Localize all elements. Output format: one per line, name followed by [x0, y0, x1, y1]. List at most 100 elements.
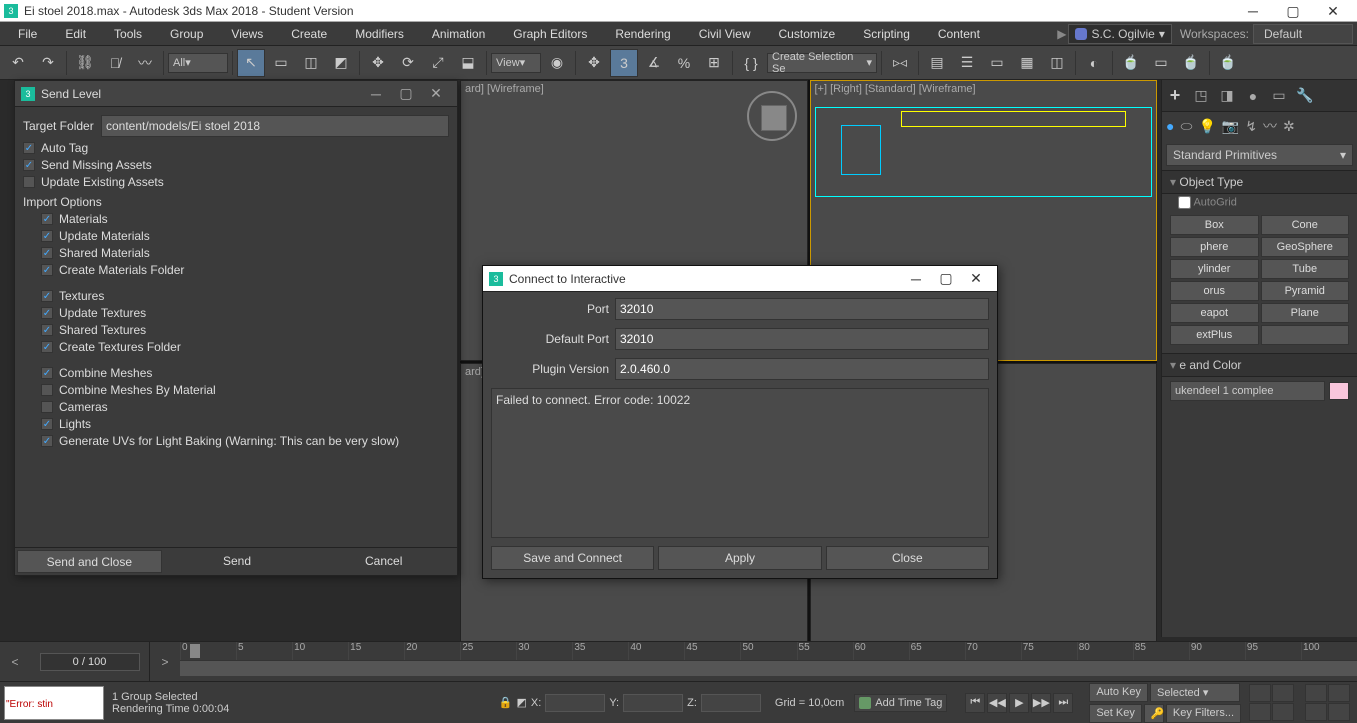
prev-frame-button[interactable]: ◀◀ [987, 693, 1007, 713]
textplus-button[interactable]: extPlus [1170, 325, 1259, 345]
dialog-minimize-button[interactable]: ─ [361, 86, 391, 102]
create-subcategory-dropdown[interactable]: Standard Primitives▾ [1166, 144, 1353, 166]
dialog-close-button[interactable]: ✕ [961, 270, 991, 287]
object-color-swatch[interactable] [1329, 382, 1349, 400]
create-materials-folder-checkbox[interactable] [41, 264, 53, 276]
unlink-button[interactable]: ⛓̸ [101, 49, 129, 77]
box-button[interactable]: Box [1170, 215, 1259, 235]
utilities-tab[interactable]: 🔧 [1294, 85, 1316, 107]
sphere-button[interactable]: phere [1170, 237, 1259, 257]
mirror-button[interactable]: ▹◃ [886, 49, 914, 77]
save-and-connect-button[interactable]: Save and Connect [491, 546, 654, 570]
edit-named-sel-button[interactable]: { } [737, 49, 765, 77]
maximize-viewport-button[interactable] [1328, 703, 1350, 721]
menu-scripting[interactable]: Scripting [849, 24, 924, 44]
zoom-button[interactable] [1249, 684, 1271, 702]
send-button[interactable]: Send [166, 550, 309, 573]
move-button[interactable]: ✥ [580, 49, 608, 77]
play-button[interactable]: ▶ [1009, 693, 1029, 713]
combine-by-material-checkbox[interactable] [41, 384, 53, 396]
menu-create[interactable]: Create [277, 24, 341, 44]
isolate-icon[interactable]: ◩ [517, 696, 527, 709]
workspace-dropdown[interactable]: Default [1253, 24, 1353, 44]
port-input[interactable] [615, 298, 989, 320]
hierarchy-tab[interactable]: ◨ [1216, 85, 1238, 107]
rectangular-select-button[interactable]: ◫ [297, 49, 325, 77]
setkey-button[interactable]: Set Key [1089, 704, 1142, 723]
cylinder-button[interactable]: ylinder [1170, 259, 1259, 279]
spacewarps-icon[interactable]: 〰 [1263, 116, 1277, 136]
angle-snap-button[interactable]: ∡ [640, 49, 668, 77]
keyfilters-button[interactable]: Key Filters... [1166, 704, 1241, 723]
dialog-maximize-button[interactable]: ▢ [931, 270, 961, 287]
layer-explorer-button[interactable]: ☰ [953, 49, 981, 77]
render-interactive-button[interactable]: 🍵 [1214, 49, 1242, 77]
toggle-ribbon-button[interactable]: ▭ [983, 49, 1011, 77]
torus-button[interactable]: orus [1170, 281, 1259, 301]
user-account-button[interactable]: S.C. Ogilvie ▾ [1068, 24, 1171, 44]
close-button[interactable]: ✕ [1313, 0, 1353, 22]
helpers-icon[interactable]: ↯ [1245, 118, 1257, 135]
modify-tab[interactable]: ◳ [1190, 85, 1212, 107]
frame-display-input[interactable] [40, 653, 140, 671]
select-manipulate-button[interactable]: ✥ [364, 49, 392, 77]
selection-lock-icon[interactable]: 🔒 [499, 696, 513, 709]
geometry-icon[interactable]: ● [1166, 118, 1174, 134]
z-coord-input[interactable] [701, 694, 761, 712]
object-name-input[interactable]: ukendeel 1 complee [1170, 381, 1325, 401]
menu-civilview[interactable]: Civil View [685, 24, 765, 44]
shapes-icon[interactable]: ⬭ [1180, 118, 1192, 135]
select-by-name-button[interactable]: ▭ [267, 49, 295, 77]
window-crossing-button[interactable]: ◩ [327, 49, 355, 77]
quickaccess-icon[interactable]: ▶ [1057, 27, 1066, 41]
zoom-extents-button[interactable] [1249, 703, 1271, 721]
curve-editor-button[interactable]: ▦ [1013, 49, 1041, 77]
ref-coord-dropdown[interactable]: View ▾ [491, 53, 541, 73]
cameras-checkbox[interactable] [41, 401, 53, 413]
plane-button[interactable]: Plane [1261, 303, 1350, 323]
shared-textures-checkbox[interactable] [41, 324, 53, 336]
default-port-input[interactable] [615, 328, 989, 350]
menu-views[interactable]: Views [217, 24, 277, 44]
update-existing-checkbox[interactable] [23, 176, 35, 188]
update-materials-checkbox[interactable] [41, 230, 53, 242]
x-coord-input[interactable] [545, 694, 605, 712]
generate-uvs-checkbox[interactable] [41, 435, 53, 447]
menu-content[interactable]: Content [924, 24, 994, 44]
link-button[interactable]: ⛓ [71, 49, 99, 77]
undo-button[interactable]: ↶ [4, 49, 32, 77]
cancel-button[interactable]: Cancel [312, 550, 455, 573]
lights-icon[interactable]: 💡 [1198, 118, 1215, 135]
menu-tools[interactable]: Tools [100, 24, 156, 44]
send-and-close-button[interactable]: Send and Close [17, 550, 162, 573]
cameras-icon[interactable]: 📷 [1222, 118, 1239, 135]
rendered-frame-button[interactable]: ▭ [1147, 49, 1175, 77]
teapot-button[interactable]: eapot [1170, 303, 1259, 323]
menu-customize[interactable]: Customize [765, 24, 850, 44]
menu-modifiers[interactable]: Modifiers [341, 24, 418, 44]
timeline-next-button[interactable]: > [150, 642, 180, 681]
menu-file[interactable]: File [4, 24, 51, 44]
create-textures-folder-checkbox[interactable] [41, 341, 53, 353]
shared-materials-checkbox[interactable] [41, 247, 53, 259]
schematic-view-button[interactable]: ◫ [1043, 49, 1071, 77]
apply-button[interactable]: Apply [658, 546, 821, 570]
pyramid-button[interactable]: Pyramid [1261, 281, 1350, 301]
render-setup-button[interactable]: 🍵 [1117, 49, 1145, 77]
dialog-minimize-button[interactable]: ─ [901, 271, 931, 287]
add-time-tag-button[interactable]: Add Time Tag [854, 694, 947, 712]
select-rotate-button[interactable]: ⟳ [394, 49, 422, 77]
snap-toggle-button[interactable]: 3 [610, 49, 638, 77]
redo-button[interactable]: ↷ [34, 49, 62, 77]
spinner-snap-button[interactable]: ⊞ [700, 49, 728, 77]
goto-end-button[interactable]: ⏭ [1053, 693, 1073, 713]
y-coord-input[interactable] [623, 694, 683, 712]
autokey-button[interactable]: Auto Key [1089, 683, 1148, 702]
geosphere-button[interactable]: GeoSphere [1261, 237, 1350, 257]
autotag-checkbox[interactable] [23, 142, 35, 154]
bind-button[interactable]: 〰 [131, 49, 159, 77]
update-textures-checkbox[interactable] [41, 307, 53, 319]
create-tab[interactable]: + [1164, 85, 1186, 107]
systems-icon[interactable]: ✲ [1283, 118, 1295, 135]
plugin-version-input[interactable] [615, 358, 989, 380]
